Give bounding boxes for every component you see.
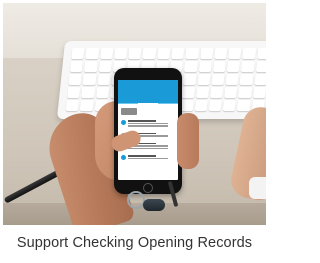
app-tab bbox=[118, 98, 138, 104]
app-tab-active bbox=[138, 98, 158, 104]
photo-scene bbox=[3, 3, 266, 225]
home-button-icon bbox=[143, 183, 153, 193]
keyboard-key bbox=[237, 100, 251, 111]
smartphone bbox=[114, 68, 182, 194]
keyboard-key bbox=[208, 100, 223, 111]
keyboard-key bbox=[211, 74, 225, 85]
keyboard-key bbox=[228, 48, 242, 59]
keyboard-key bbox=[71, 48, 85, 59]
keyboard-key bbox=[98, 61, 112, 72]
keyboard-key bbox=[128, 48, 142, 59]
keyboard-key bbox=[68, 74, 82, 85]
keyboard-key bbox=[97, 74, 111, 85]
keyboard-key bbox=[226, 61, 241, 72]
keyboard-key bbox=[84, 61, 98, 72]
keyboard-key bbox=[241, 61, 255, 72]
keyboard-key bbox=[212, 61, 227, 72]
keyboard-key bbox=[225, 74, 240, 85]
keyboard-key bbox=[85, 48, 99, 59]
record-item bbox=[118, 117, 178, 130]
keyboard-key bbox=[142, 48, 157, 59]
keyboard-key bbox=[242, 48, 257, 59]
keyboard-key bbox=[238, 87, 252, 98]
keyboard-key bbox=[171, 48, 185, 59]
record-dot-icon bbox=[121, 120, 126, 125]
keyboard-key bbox=[114, 48, 128, 59]
keyboard-key bbox=[199, 48, 214, 59]
keyboard-key bbox=[239, 74, 254, 85]
keyboard-key bbox=[65, 100, 80, 111]
app-tabs bbox=[118, 98, 178, 104]
shirt-cuff bbox=[249, 177, 266, 199]
keyboard-key bbox=[184, 61, 198, 72]
key-fob bbox=[143, 199, 165, 211]
keyboard-key bbox=[256, 48, 266, 59]
keyboard-key bbox=[67, 87, 81, 98]
keyboard-key bbox=[194, 100, 208, 111]
keyboard-key bbox=[82, 74, 97, 85]
keyboard-key bbox=[222, 100, 237, 111]
keyboard-key bbox=[224, 87, 238, 98]
keyboard-key bbox=[80, 100, 94, 111]
keyboard-key bbox=[81, 87, 95, 98]
keyboard-key bbox=[181, 87, 195, 98]
keyboard-key bbox=[156, 48, 171, 59]
phone-screen bbox=[118, 80, 178, 180]
keyboard-key bbox=[254, 74, 266, 85]
keyboard-key bbox=[197, 74, 211, 85]
record-item bbox=[118, 152, 178, 162]
keyboard-key bbox=[252, 87, 266, 98]
product-image: Support Checking Opening Records bbox=[0, 0, 269, 263]
keyboard-key bbox=[198, 61, 212, 72]
keyboard-key bbox=[209, 87, 224, 98]
keyboard-key bbox=[214, 48, 228, 59]
app-tab bbox=[158, 98, 178, 104]
right-fingers bbox=[177, 113, 199, 169]
app-header-bar bbox=[118, 80, 178, 98]
caption-text: Support Checking Opening Records bbox=[16, 235, 253, 251]
keyboard-key bbox=[255, 61, 266, 72]
section-heading bbox=[121, 108, 137, 115]
keyboard-key bbox=[180, 100, 194, 111]
keyboard-key bbox=[185, 48, 199, 59]
keyboard-key bbox=[182, 74, 197, 85]
keyboard-key bbox=[95, 87, 110, 98]
keyboard-key bbox=[195, 87, 210, 98]
keyboard-key bbox=[99, 48, 114, 59]
keyboard-key bbox=[69, 61, 84, 72]
record-dot-icon bbox=[121, 155, 126, 160]
